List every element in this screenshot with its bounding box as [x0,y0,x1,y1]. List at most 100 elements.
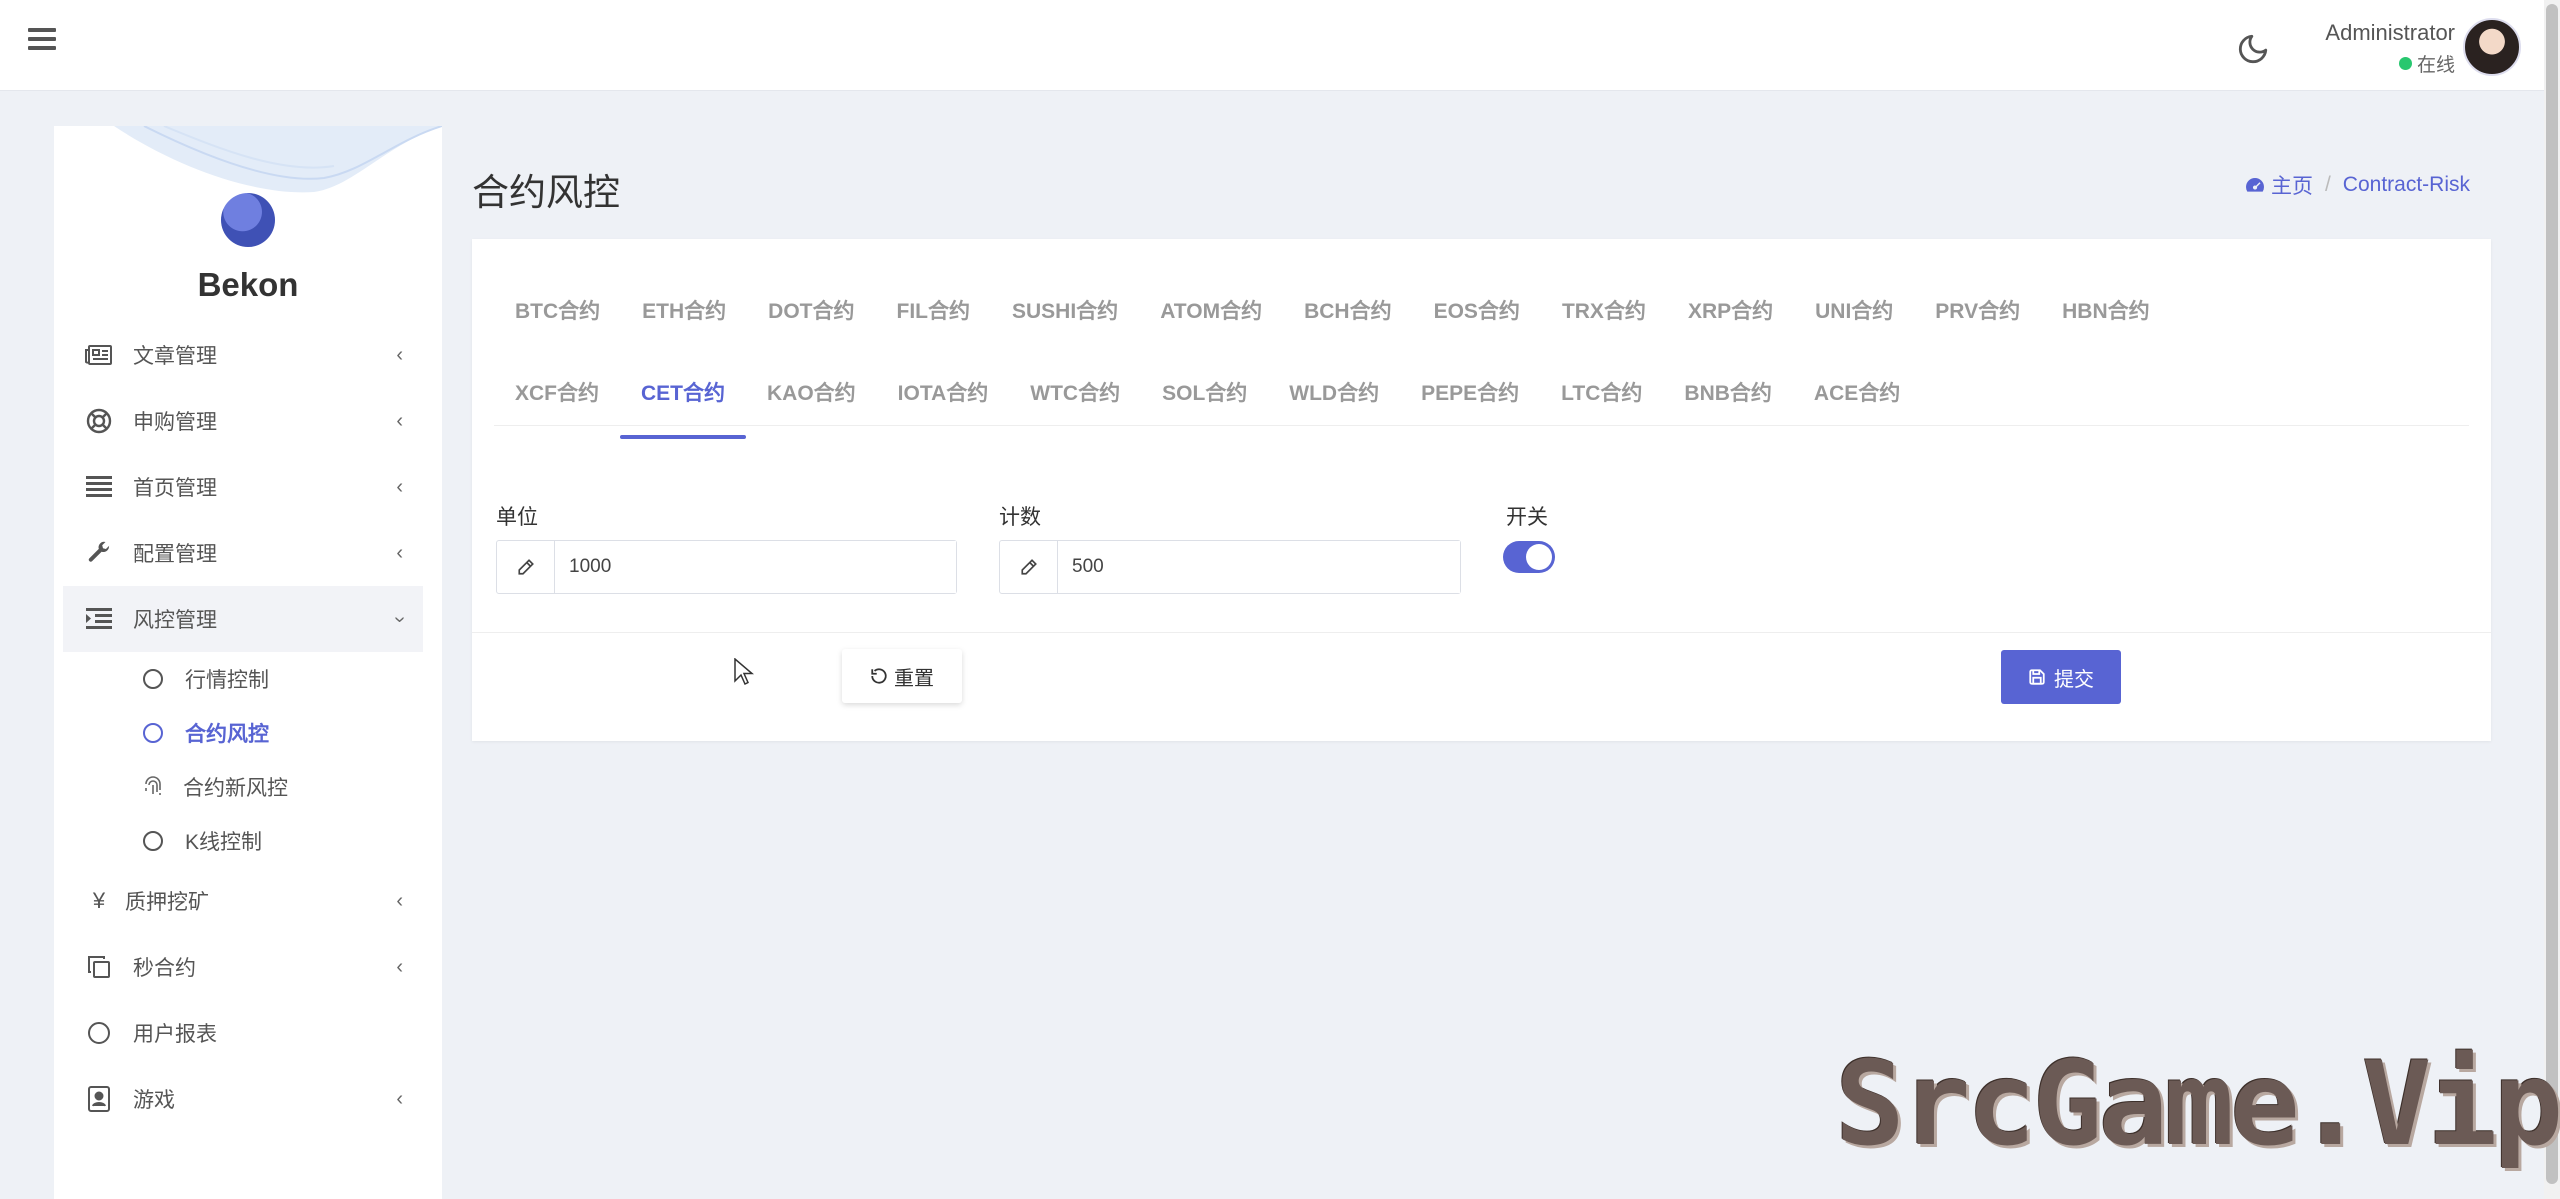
user-status: 在线 [2398,50,2455,77]
newspaper-icon [85,341,113,369]
tab-sol[interactable]: SOL合约 [1141,351,1268,433]
unit-input-group [496,540,957,594]
count-input[interactable] [1058,541,1460,593]
circle-icon [143,723,163,743]
circle-icon [143,669,163,689]
tab-uni[interactable]: UNI合约 [1794,269,1914,351]
circle-icon [85,1019,113,1047]
submit-button[interactable]: 提交 [2001,650,2121,704]
submit-button-label: 提交 [2054,668,2094,691]
id-card-icon [85,1085,113,1113]
page-title: 合约风控 [472,172,620,213]
chevron-left-icon: ‹ [396,1088,403,1110]
sidebar-item-home-manage[interactable]: 首页管理 ‹ [63,454,423,520]
indent-icon [85,605,113,633]
dashboard-icon [2245,178,2264,192]
tab-iota[interactable]: IOTA合约 [877,351,1010,433]
sidebar-subitem-kline-control[interactable]: K线控制 [63,814,423,868]
unit-label: 单位 [496,506,538,529]
tab-prv[interactable]: PRV合约 [1914,269,2041,351]
tab-cet[interactable]: CET合约 [620,351,746,439]
sidebar-subitem-label: 合约新风控 [183,777,288,800]
sidebar-item-staking[interactable]: ¥ 质押挖矿 ‹ [63,868,423,934]
sidebar-item-second-contract[interactable]: 秒合约 ‹ [63,934,423,1000]
chevron-left-icon: ‹ [396,344,403,366]
breadcrumb-separator: / [2324,173,2331,196]
sidebar-item-label: 风控管理 [133,609,217,632]
sidebar-item-config[interactable]: 配置管理 ‹ [63,520,423,586]
tab-bch[interactable]: BCH合约 [1283,269,1413,351]
yen-icon: ¥ [92,888,106,913]
tab-wld[interactable]: WLD合约 [1268,351,1400,433]
pencil-icon [1000,541,1058,593]
page-scrollbar[interactable] [2544,0,2560,1199]
sidebar-item-risk[interactable]: 风控管理 ‹ [63,586,423,652]
sidebar-item-label: 配置管理 [133,543,217,566]
tab-row: XCF合约 CET合约 KAO合约 IOTA合约 WTC合约 SOL合约 WLD合约 PEPE… [494,351,2469,439]
sidebar-item-articles[interactable]: 文章管理 ‹ [63,322,423,388]
switch-label: 开关 [1506,506,1548,529]
top-navbar: Administrator 在线 [0,0,2560,91]
watermark: SrcGame.Vip [1835,1037,2560,1172]
sidebar-subitem-label: 行情控制 [185,669,269,692]
circle-icon [143,831,163,851]
sidebar-subitem-contract-risk[interactable]: 合约风控 [63,706,423,760]
tab-bnb[interactable]: BNB合约 [1663,351,1793,433]
sidebar-item-games[interactable]: 游戏 ‹ [63,1066,423,1132]
chevron-left-icon: ‹ [396,476,403,498]
save-icon [2029,669,2045,685]
tab-sushi[interactable]: SUSHI合约 [991,269,1139,351]
user-name[interactable]: Administrator [2325,20,2455,46]
tab-btc[interactable]: BTC合约 [494,269,621,351]
sidebar-item-subscription[interactable]: 申购管理 ‹ [63,388,423,454]
unit-input[interactable] [555,541,956,593]
lifebuoy-icon [85,407,113,435]
contract-tabs: BTC合约 ETH合约 DOT合约 FIL合约 SUSHI合约 ATOM合约 BCH合约 EO… [494,269,2469,439]
tab-ace[interactable]: ACE合约 [1793,351,1921,433]
breadcrumb-home-label: 主页 [2270,175,2313,198]
breadcrumb-current: Contract-Risk [2342,173,2470,196]
copy-icon [85,953,113,981]
scrollbar-thumb[interactable] [2546,4,2558,1184]
online-dot-icon [2398,57,2412,70]
sidebar: Bekon 文章管理 ‹ 申购管理 ‹ 首页管理 ‹ 配置管理 ‹ 风控管理 ‹… [54,126,442,1199]
divider [472,632,2491,633]
undo-icon [871,668,887,684]
tab-pepe[interactable]: PEPE合约 [1400,351,1540,433]
sidebar-item-user-report[interactable]: 用户报表 [63,1000,423,1066]
pencil-icon [497,541,555,593]
tab-ltc[interactable]: LTC合约 [1540,351,1663,433]
sidebar-menu: 文章管理 ‹ 申购管理 ‹ 首页管理 ‹ 配置管理 ‹ 风控管理 ‹ 行情控制 … [63,322,423,1132]
tab-dot[interactable]: DOT合约 [747,269,875,351]
tab-eos[interactable]: EOS合约 [1413,269,1541,351]
reset-button[interactable]: 重置 [842,649,962,703]
toggle-knob [1526,544,1552,570]
chevron-left-icon: ‹ [396,890,403,912]
tab-xrp[interactable]: XRP合约 [1667,269,1794,351]
list-icon [85,473,113,501]
tab-atom[interactable]: ATOM合约 [1139,269,1283,351]
sidebar-subitem-label: 合约风控 [185,723,269,746]
switch-toggle[interactable] [1503,541,1555,573]
sidebar-item-label: 质押挖矿 [125,891,209,914]
sidebar-item-label: 游戏 [133,1089,175,1112]
breadcrumb-home[interactable]: 主页 [2245,170,2313,200]
sidebar-subitem-contract-new-risk[interactable]: 合约新风控 [63,760,423,814]
tab-xcf[interactable]: XCF合约 [494,351,620,433]
tab-eth[interactable]: ETH合约 [621,269,747,351]
reset-button-label: 重置 [894,667,934,690]
tab-fil[interactable]: FIL合约 [876,269,992,351]
mouse-cursor-icon [734,658,754,686]
tab-row: BTC合约 ETH合约 DOT合约 FIL合约 SUSHI合约 ATOM合约 BCH合约 EO… [494,269,2469,351]
sidebar-item-label: 文章管理 [133,345,217,368]
avatar[interactable] [2463,18,2521,76]
sidebar-subitem-label: K线控制 [185,831,263,854]
sidebar-subitem-market-control[interactable]: 行情控制 [63,652,423,706]
menu-toggle-icon[interactable] [28,28,56,54]
tab-kao[interactable]: KAO合约 [746,351,877,433]
tab-wtc[interactable]: WTC合约 [1009,351,1141,433]
dark-mode-moon-icon[interactable] [2236,32,2270,66]
tab-hbn[interactable]: HBN合约 [2041,269,2171,351]
tab-trx[interactable]: TRX合约 [1541,269,1667,351]
sidebar-item-label: 秒合约 [133,957,196,980]
